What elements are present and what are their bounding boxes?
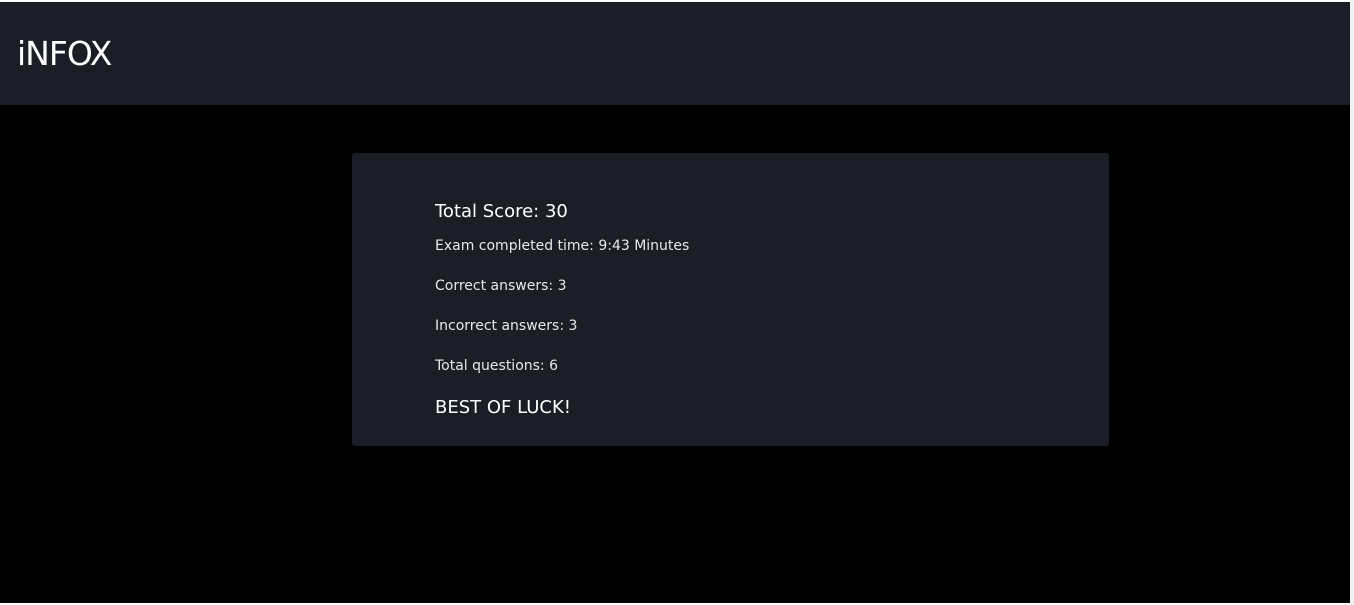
incorrect-answers-count: Incorrect answers: 3 — [435, 318, 578, 334]
total-questions-count: Total questions: 6 — [435, 358, 558, 374]
page-viewport: iNFOX Total Score: 30 Exam completed tim… — [0, 2, 1350, 603]
vertical-scrollbar[interactable] — [1350, 0, 1354, 605]
top-navbar: iNFOX — [0, 2, 1350, 105]
brand-logo[interactable]: iNFOX — [17, 34, 112, 74]
exam-completed-time: Exam completed time: 9:43 Minutes — [435, 238, 690, 254]
correct-answers-count: Correct answers: 3 — [435, 278, 567, 294]
closing-message: BEST OF LUCK! — [435, 397, 572, 418]
total-score: Total Score: 30 — [435, 201, 568, 222]
exam-result-card: Total Score: 30 Exam completed time: 9:4… — [352, 153, 1109, 446]
